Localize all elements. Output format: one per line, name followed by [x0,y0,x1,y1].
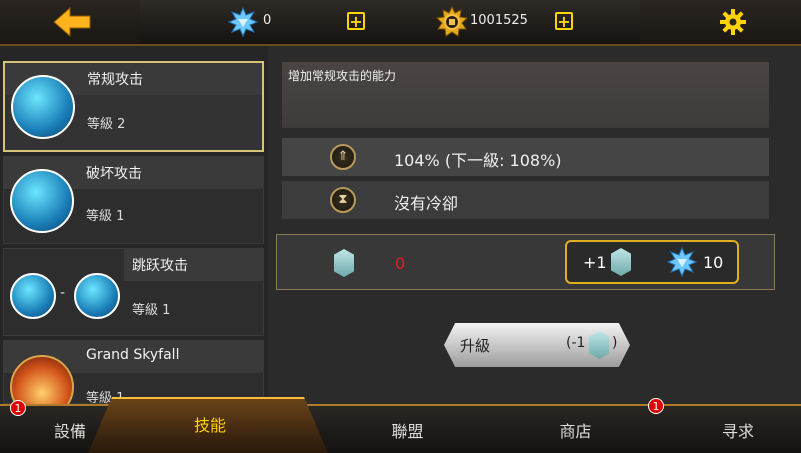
coin-count: 1001525 [470,13,528,28]
skill-item-grand-skyfall[interactable]: Grand Skyfall 等級 1 [3,340,264,419]
skill-name: 破坏攻击 [86,166,142,182]
skill-shard-icon [589,331,609,359]
add-coins-button[interactable]: + [555,12,573,30]
skill-level: 等級 1 [86,209,125,224]
upgrade-cost-close: ) [612,335,618,351]
skill-name: 跳跃攻击 [132,258,188,274]
skill-item-jump-attack[interactable]: - 跳跃攻击 等級 1 [3,248,264,336]
normal-attack-icon [11,75,75,139]
owned-shards-count: 0 [395,254,406,273]
skill-level: 等級 2 [87,117,126,132]
upgrade-button[interactable]: 升級 (-1 ) [444,323,630,367]
skill-list: 常规攻击 等級 2 破坏攻击 等級 1 - 跳跃攻击 等級 1 Grand Sk… [0,46,268,419]
skill-item-break-attack[interactable]: 破坏攻击 等級 1 [3,156,264,244]
diamond-count: 0 [263,13,272,28]
tab-label: 技能 [193,416,226,435]
upgrade-label: 升級 [460,337,491,355]
back-arrow-icon[interactable] [52,6,92,38]
tab-label: 商店 [559,422,592,441]
tab-alliance[interactable]: 聯盟 [340,404,475,451]
tab-quest[interactable]: 寻求 [675,404,801,451]
top-bar: 0 + 1001525 + [0,0,801,46]
normal-attack-icon [74,273,120,319]
buy-shard-amount: +1 [583,253,607,272]
gear-icon[interactable] [720,9,746,35]
stat-row-power: ⇑ 104% (下一級: 108%) [282,138,769,176]
power-up-icon: ⇑ [330,144,356,170]
skill-item-normal-attack[interactable]: 常规攻击 等級 2 [3,61,264,152]
tab-label: 寻求 [721,422,754,441]
stat-power-value: 104% (下一級: 108%) [394,151,562,170]
skill-shard-icon [611,248,631,276]
skill-name: 常规攻击 [87,72,143,88]
skill-name: Grand Skyfall [86,347,180,363]
diamond-icon [667,247,697,277]
stat-row-cooldown: ⧗ 沒有冷卻 [282,181,769,219]
buy-shard-price: 10 [703,253,724,272]
combo-separator: - [60,285,66,301]
skill-shard-icon [334,249,354,277]
jump-icon [10,273,56,319]
hourglass-icon: ⧗ [330,187,356,213]
upgrade-cost-open: (-1 [566,335,586,351]
tab-label: 設備 [53,422,86,441]
skill-level: 等級 1 [132,303,171,318]
skill-description: 增加常规攻击的能力 [288,69,397,83]
tab-shop[interactable]: 商店 [508,404,643,451]
tab-skills[interactable]: 技能 [120,404,300,451]
add-diamonds-button[interactable]: + [347,12,365,30]
coin-icon [436,6,468,37]
tab-equipment-badge: 1 [10,400,26,416]
diamond-icon [228,7,258,37]
upgrade-cost-box: 0 +1 10 [276,234,775,290]
break-attack-icon [10,169,74,233]
skill-description-box: 增加常规攻击的能力 [282,62,769,128]
buy-shard-button[interactable]: +1 10 [565,240,739,284]
tab-label: 聯盟 [391,422,424,441]
stat-cooldown-value: 沒有冷卻 [394,194,459,213]
tab-quest-badge: 1 [648,398,664,414]
